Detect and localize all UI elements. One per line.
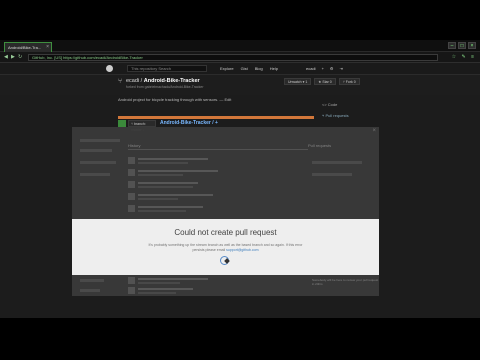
close-icon[interactable]: ×: [46, 43, 49, 52]
placeholder-line: [312, 161, 362, 164]
star-button[interactable]: ★ Star 0: [314, 78, 336, 85]
back-icon[interactable]: ◀: [4, 54, 8, 60]
compare-button[interactable]: [118, 120, 126, 127]
nav-help[interactable]: Help: [270, 66, 278, 71]
placeholder-line: [80, 139, 120, 142]
close-icon[interactable]: ×: [372, 128, 376, 134]
support-email-link[interactable]: support@github.com: [226, 248, 258, 252]
list-item[interactable]: [128, 205, 288, 213]
sidebar-item-code[interactable]: <> Code: [322, 102, 337, 107]
list-item[interactable]: [128, 193, 288, 201]
mouse-cursor-icon: [220, 256, 229, 265]
tab-pull-requests[interactable]: Pull requests: [308, 143, 331, 148]
window-controls: – □ ×: [448, 42, 476, 49]
error-panel: Could not create pull request It's proba…: [72, 219, 379, 275]
error-message-text-2: persists please email: [192, 248, 226, 252]
plus-icon[interactable]: +: [322, 66, 324, 71]
browser-window: Android/Bike-Tra... × – □ × ◀ ▶ ↻ GitHub…: [0, 40, 480, 318]
placeholder-line: [80, 279, 104, 282]
list-item[interactable]: [128, 287, 288, 295]
search-input[interactable]: This repository Search: [127, 65, 207, 72]
error-message-text: It's probably something up the stream br…: [148, 243, 303, 247]
url-field[interactable]: GitHub, Inc. [US] https://github.com/eca…: [28, 54, 438, 61]
sign-out-icon[interactable]: ⇥: [340, 66, 343, 71]
github-logo-icon[interactable]: [106, 65, 113, 72]
extension-icons[interactable]: ☆ ✎ ≡: [452, 54, 476, 60]
placeholder-line: [80, 161, 116, 164]
minimize-button[interactable]: –: [448, 42, 456, 49]
sidebar-item-pull-requests[interactable]: ⑂ Pull requests: [322, 113, 349, 118]
list-item[interactable]: [128, 181, 288, 189]
forward-icon[interactable]: ▶: [11, 54, 15, 60]
forked-from[interactable]: forked from gabrielmachado/Android-Bike-…: [126, 85, 204, 89]
pr-footer-note: Somebody will be here to review your pul…: [312, 278, 379, 286]
repo-title: ecadi / Android-Bike-Tracker: [126, 78, 200, 84]
nav-blog[interactable]: Blog: [255, 66, 263, 71]
error-title: Could not create pull request: [174, 228, 277, 237]
repo-description: Android project for bicycle tracking thr…: [118, 97, 232, 102]
maximize-button[interactable]: □: [458, 42, 466, 49]
list-item[interactable]: [128, 169, 288, 177]
error-message: It's probably something up the stream br…: [122, 243, 329, 253]
list-item[interactable]: [128, 277, 288, 285]
repo-owner[interactable]: ecadi: [126, 78, 139, 84]
repo-actions: Unwatch ▾ 1 ★ Star 0 ⑂ Fork 0: [284, 78, 360, 85]
language-bar: [118, 116, 314, 119]
branch-title: Android-Bike-Tracker / +: [160, 120, 218, 126]
tab-history[interactable]: History: [128, 143, 140, 148]
tab-title: Android/Bike-Tra...: [8, 45, 42, 50]
nav-explore[interactable]: Explore: [220, 66, 234, 71]
address-bar-row: ◀ ▶ ↻ GitHub, Inc. [US] https://github.c…: [0, 52, 480, 63]
placeholder-line: [312, 173, 352, 176]
tab-bar: Android/Bike-Tra... × – □ ×: [0, 40, 480, 52]
branch-selector[interactable]: ⑂ branch: master ▾: [128, 120, 156, 132]
close-window-button[interactable]: ×: [468, 42, 476, 49]
unwatch-button[interactable]: Unwatch ▾ 1: [284, 78, 312, 85]
repo-name[interactable]: Android-Bike-Tracker: [144, 78, 200, 84]
fork-button[interactable]: ⑂ Fork 0: [338, 78, 360, 85]
nav-gist[interactable]: Gist: [241, 66, 248, 71]
modal-overlay: × History Pull requests Could not create…: [72, 127, 379, 296]
repo-header: ⑂ ecadi / Android-Bike-Tracker forked fr…: [0, 75, 480, 95]
list-item[interactable]: [128, 157, 288, 165]
reload-icon[interactable]: ↻: [18, 54, 22, 60]
placeholder-line: [80, 289, 100, 292]
tab-underline: [128, 149, 308, 150]
placeholder-line: [80, 149, 112, 152]
user-name[interactable]: ecadi: [306, 66, 316, 71]
settings-icon[interactable]: ⚙: [330, 66, 334, 71]
browser-tab[interactable]: Android/Bike-Tra... ×: [4, 42, 52, 52]
placeholder-line: [80, 173, 110, 176]
header-nav: Explore Gist Blog Help: [220, 66, 278, 71]
github-header: This repository Search Explore Gist Blog…: [0, 63, 480, 75]
user-menu: ecadi + ⚙ ⇥: [306, 66, 343, 71]
fork-icon: ⑂: [118, 78, 123, 85]
